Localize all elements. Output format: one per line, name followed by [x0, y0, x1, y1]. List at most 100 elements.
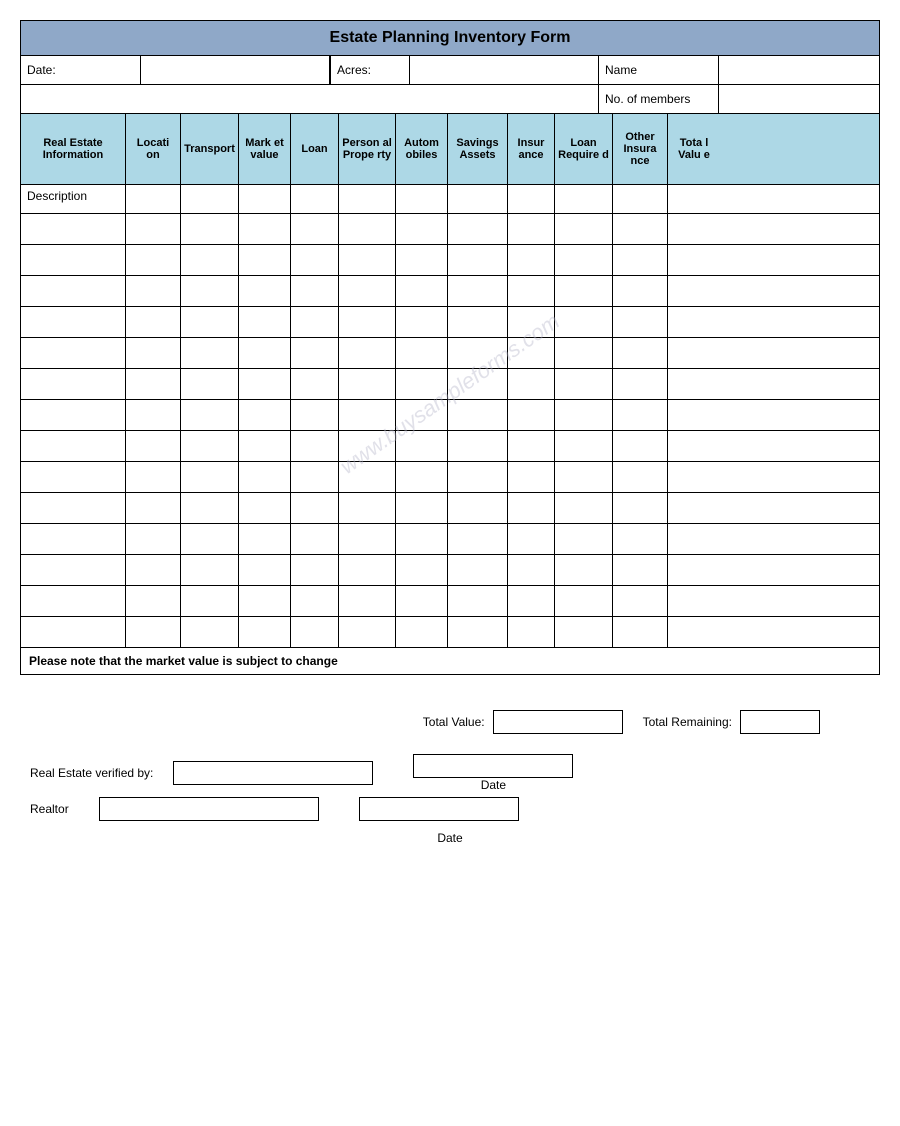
cell-total[interactable] [668, 555, 720, 585]
cell-market[interactable] [239, 338, 291, 368]
no-members-value[interactable] [719, 85, 879, 113]
cell-loan[interactable] [291, 276, 339, 306]
cell-personal[interactable] [339, 431, 396, 461]
cell-personal[interactable] [339, 617, 396, 647]
cell-real-estate[interactable] [21, 307, 126, 337]
cell-personal[interactable] [339, 555, 396, 585]
cell-loan-req[interactable] [555, 338, 613, 368]
date-value[interactable] [141, 56, 330, 84]
cell-other[interactable] [613, 431, 668, 461]
table-row[interactable] [21, 555, 879, 586]
cell-loan[interactable] [291, 617, 339, 647]
table-row[interactable] [21, 276, 879, 307]
cell-loan[interactable] [291, 400, 339, 430]
cell-total[interactable] [668, 276, 720, 306]
cell-market[interactable] [239, 369, 291, 399]
cell-real-estate[interactable] [21, 617, 126, 647]
cell-personal[interactable] [339, 369, 396, 399]
cell-real-estate[interactable] [21, 214, 126, 244]
cell-savings[interactable] [448, 245, 508, 275]
cell-insurance[interactable] [508, 555, 555, 585]
cell-transport[interactable] [181, 245, 239, 275]
cell-real-estate[interactable] [21, 276, 126, 306]
cell-insurance[interactable] [508, 493, 555, 523]
cell-loan[interactable] [291, 369, 339, 399]
cell-total[interactable] [668, 245, 720, 275]
cell-market[interactable] [239, 307, 291, 337]
cell-loan[interactable] [291, 462, 339, 492]
cell-autos[interactable] [396, 245, 448, 275]
cell-market[interactable] [239, 493, 291, 523]
cell-transport[interactable] [181, 338, 239, 368]
cell-savings[interactable] [448, 214, 508, 244]
realtor-date-input[interactable] [359, 797, 519, 821]
cell-other[interactable] [613, 586, 668, 616]
cell-market[interactable] [239, 214, 291, 244]
cell-personal[interactable] [339, 276, 396, 306]
cell-location[interactable] [126, 555, 181, 585]
cell-autos[interactable] [396, 369, 448, 399]
cell-total[interactable] [668, 214, 720, 244]
cell-personal[interactable] [339, 493, 396, 523]
cell-savings[interactable] [448, 462, 508, 492]
cell-market[interactable] [239, 555, 291, 585]
cell-other[interactable] [613, 462, 668, 492]
cell-transport[interactable] [181, 617, 239, 647]
cell-savings[interactable] [448, 369, 508, 399]
cell-loan-req[interactable] [555, 555, 613, 585]
cell-transport[interactable] [181, 276, 239, 306]
cell-savings[interactable] [448, 276, 508, 306]
cell-transport[interactable] [181, 400, 239, 430]
cell-transport[interactable] [181, 586, 239, 616]
cell-autos[interactable] [396, 493, 448, 523]
cell-location[interactable] [126, 276, 181, 306]
table-row[interactable] [21, 462, 879, 493]
cell-market[interactable] [239, 276, 291, 306]
cell-loan-req[interactable] [555, 524, 613, 554]
cell-market[interactable] [239, 431, 291, 461]
cell-market[interactable] [239, 524, 291, 554]
cell-savings[interactable] [448, 555, 508, 585]
cell-transport[interactable] [181, 369, 239, 399]
name-value[interactable] [719, 56, 879, 84]
cell-real-estate[interactable] [21, 524, 126, 554]
table-row[interactable] [21, 369, 879, 400]
cell-other[interactable] [613, 555, 668, 585]
cell-location[interactable] [126, 431, 181, 461]
cell-loan[interactable] [291, 586, 339, 616]
cell-real-estate[interactable] [21, 586, 126, 616]
re-date-input[interactable] [413, 754, 573, 778]
cell-total[interactable] [668, 462, 720, 492]
cell-loan[interactable] [291, 307, 339, 337]
cell-market[interactable] [239, 245, 291, 275]
cell-location[interactable] [126, 214, 181, 244]
cell-personal[interactable] [339, 400, 396, 430]
acres-value[interactable] [410, 56, 598, 84]
cell-savings[interactable] [448, 307, 508, 337]
cell-total[interactable] [668, 617, 720, 647]
cell-autos[interactable] [396, 214, 448, 244]
cell-location[interactable] [126, 493, 181, 523]
cell-loan[interactable] [291, 524, 339, 554]
cell-autos[interactable] [396, 338, 448, 368]
cell-savings[interactable] [448, 586, 508, 616]
cell-total[interactable] [668, 307, 720, 337]
cell-insurance[interactable] [508, 338, 555, 368]
cell-loan-req[interactable] [555, 400, 613, 430]
cell-insurance[interactable] [508, 400, 555, 430]
cell-autos[interactable] [396, 462, 448, 492]
cell-loan[interactable] [291, 555, 339, 585]
cell-other[interactable] [613, 338, 668, 368]
cell-location[interactable] [126, 338, 181, 368]
real-estate-verified-input[interactable] [173, 761, 373, 785]
cell-autos[interactable] [396, 307, 448, 337]
cell-savings[interactable] [448, 338, 508, 368]
cell-loan[interactable] [291, 431, 339, 461]
cell-personal[interactable] [339, 214, 396, 244]
cell-other[interactable] [613, 617, 668, 647]
cell-personal[interactable] [339, 338, 396, 368]
table-row[interactable] [21, 307, 879, 338]
cell-loan-req[interactable] [555, 431, 613, 461]
cell-real-estate[interactable] [21, 493, 126, 523]
cell-market[interactable] [239, 617, 291, 647]
